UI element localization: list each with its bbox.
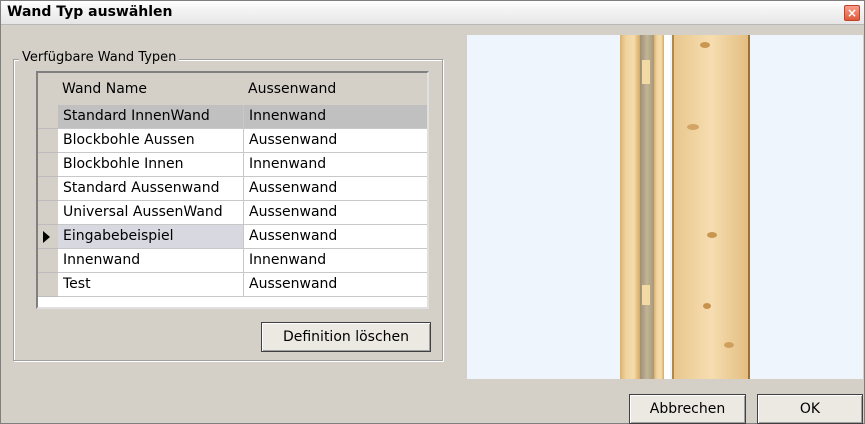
cell-wall-name[interactable]: Innenwand [58,249,244,273]
cancel-button[interactable]: Abbrechen [629,394,746,424]
title-bar[interactable]: Wand Typ auswählen × [1,1,864,25]
cell-wall-name[interactable]: Standard Aussenwand [58,177,244,201]
row-indicator[interactable] [38,153,58,177]
air-gap [664,35,670,379]
current-row-arrow-icon [43,231,50,243]
cell-wall-name[interactable]: Universal AussenWand [58,201,244,225]
cell-wall-name[interactable]: Test [58,273,244,297]
wall-preview-image [467,35,863,379]
solid-wood-layer [673,35,749,379]
delete-definition-button[interactable]: Definition löschen [261,322,431,352]
table-header: Wand Name Aussenwand [38,73,427,105]
table-row[interactable]: Eingabebeispiel Aussenwand [38,225,427,249]
cell-wall-name[interactable]: Blockbohle Innen [58,153,244,177]
cell-wall-name[interactable]: Blockbohle Aussen [58,129,244,153]
dialog-window: Wand Typ auswählen × Verfügbare Wand Typ… [0,0,865,424]
cell-wall-type[interactable]: Aussenwand [244,225,427,249]
table-row[interactable]: Blockbohle Aussen Aussenwand [38,129,427,153]
outer-board [620,35,640,379]
row-indicator[interactable] [38,105,58,129]
table-row[interactable]: Standard InnenWand Innenwand [38,105,427,129]
cell-wall-type[interactable]: Aussenwand [244,201,427,225]
row-indicator[interactable] [38,225,58,249]
cell-wall-type[interactable]: Innenwand [244,105,427,129]
row-indicator[interactable] [38,273,58,297]
column-header-wall-name[interactable]: Wand Name [62,81,147,97]
wall-types-table[interactable]: Wand Name Aussenwand Standard InnenWand I… [36,71,429,309]
row-indicator[interactable] [38,129,58,153]
table-row[interactable]: Innenwand Innenwand [38,249,427,273]
insulation-layer [640,35,654,379]
cell-wall-name[interactable]: Standard InnenWand [58,105,244,129]
cell-wall-type[interactable]: Innenwand [244,153,427,177]
table-row[interactable]: Standard Aussenwand Aussenwand [38,177,427,201]
column-header-outer-wall[interactable]: Aussenwand [248,81,336,97]
row-indicator[interactable] [38,201,58,225]
row-indicator[interactable] [38,249,58,273]
cell-wall-type[interactable]: Aussenwand [244,177,427,201]
inner-board [654,35,664,379]
wall-section-drawing [620,35,750,379]
groupbox-legend: Verfügbare Wand Typen [19,50,180,65]
close-icon[interactable]: × [844,5,860,21]
table-row[interactable]: Universal AussenWand Aussenwand [38,201,427,225]
ok-button[interactable]: OK [757,394,863,424]
cell-wall-type[interactable]: Innenwand [244,249,427,273]
cell-wall-name[interactable]: Eingabebeispiel [58,225,244,249]
window-title: Wand Typ auswählen [7,4,173,20]
table-row[interactable]: Test Aussenwand [38,273,427,297]
cell-wall-type[interactable]: Aussenwand [244,129,427,153]
cell-wall-type[interactable]: Aussenwand [244,273,427,297]
row-indicator[interactable] [38,177,58,201]
table-row[interactable]: Blockbohle Innen Innenwand [38,153,427,177]
